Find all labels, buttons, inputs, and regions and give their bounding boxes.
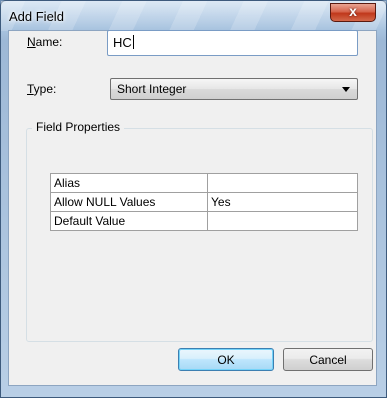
type-label: Type:	[27, 82, 56, 96]
type-label-text: ype:	[33, 82, 57, 96]
table-row[interactable]: Allow NULL Values Yes	[50, 192, 358, 212]
property-name-cell: Alias	[50, 173, 208, 193]
close-button[interactable]: x	[330, 3, 376, 22]
close-icon: x	[349, 3, 357, 19]
name-label: Name:	[27, 35, 62, 49]
table-row[interactable]: Alias	[50, 173, 358, 193]
name-label-accesskey: N	[27, 35, 36, 49]
chevron-down-icon[interactable]	[342, 87, 350, 92]
text-caret	[132, 35, 134, 49]
property-value-cell[interactable]	[207, 211, 358, 231]
dialog-title: Add Field	[9, 9, 64, 24]
property-name-cell: Default Value	[50, 211, 208, 231]
table-row[interactable]: Default Value	[50, 211, 358, 231]
cancel-button[interactable]: Cancel	[283, 348, 373, 371]
name-label-text: ame:	[35, 35, 63, 49]
property-value-cell[interactable]	[207, 173, 358, 193]
name-input[interactable]: HC	[107, 30, 358, 56]
title-bar[interactable]: Add Field x	[1, 1, 386, 31]
type-select-value: Short Integer	[117, 82, 187, 96]
property-name-cell: Allow NULL Values	[50, 192, 208, 212]
field-properties-table: Alias Allow NULL Values Yes Default Valu…	[50, 173, 358, 231]
field-properties-group	[26, 128, 373, 342]
field-properties-legend: Field Properties	[32, 120, 125, 134]
property-value-cell[interactable]: Yes	[207, 192, 358, 212]
type-label-accesskey: T	[27, 82, 34, 96]
ok-button[interactable]: OK	[178, 348, 274, 371]
name-input-value: HC	[113, 35, 132, 50]
type-select[interactable]: Short Integer	[110, 78, 358, 100]
